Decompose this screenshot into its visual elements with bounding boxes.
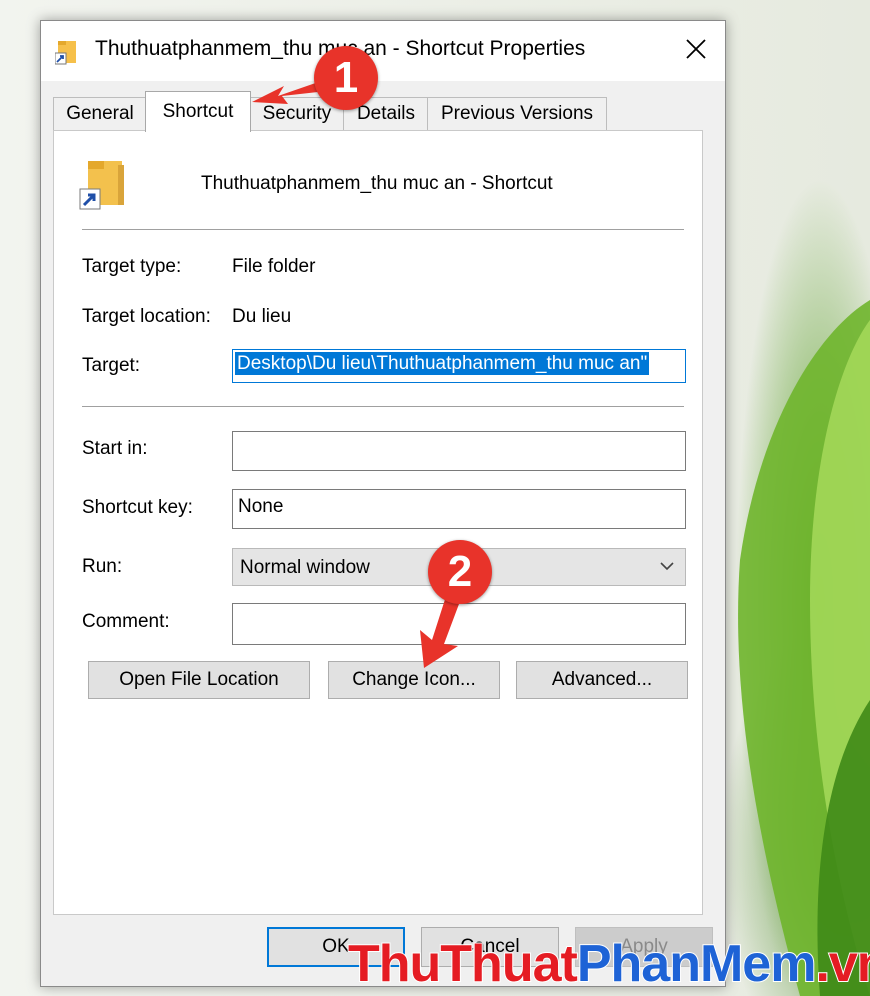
tab-previous-versions[interactable]: Previous Versions: [427, 97, 607, 130]
advanced-button[interactable]: Advanced...: [516, 661, 688, 699]
watermark-part1: ThuThuat: [347, 934, 579, 994]
watermark-part3: .vn: [814, 934, 870, 994]
close-icon: [686, 39, 706, 59]
watermark-part2: PhanMem: [576, 934, 818, 994]
step-badge-2: 2: [428, 540, 492, 604]
target-location-label: Target location:: [82, 306, 211, 327]
target-location-value: Du lieu: [232, 306, 292, 327]
watermark: ThuThuatPhanMem.vn: [347, 934, 870, 994]
shortcut-key-input[interactable]: None: [232, 489, 686, 529]
folder-shortcut-icon: [78, 157, 128, 218]
step-badge-1: 1: [314, 46, 378, 110]
tab-general[interactable]: General: [53, 97, 147, 130]
title-bar: Thuthuatphanmem_thu muc an - Shortcut Pr…: [41, 21, 725, 81]
target-type-label: Target type:: [82, 256, 182, 277]
comment-input[interactable]: [232, 603, 686, 645]
shortcut-tab-panel: Thuthuatphanmem_thu muc an - Shortcut Ta…: [53, 130, 703, 915]
target-label: Target:: [82, 355, 141, 376]
properties-dialog: Thuthuatphanmem_thu muc an - Shortcut Pr…: [40, 20, 726, 987]
shortcut-key-label: Shortcut key:: [82, 497, 193, 518]
close-button[interactable]: [667, 21, 725, 77]
run-select-value: Normal window: [240, 557, 370, 578]
target-type-value: File folder: [232, 256, 316, 277]
shortcut-name: Thuthuatphanmem_thu muc an - Shortcut: [201, 173, 553, 194]
start-in-label: Start in:: [82, 438, 148, 459]
chevron-down-icon: [660, 562, 674, 571]
start-in-input[interactable]: [232, 431, 686, 471]
tab-shortcut[interactable]: Shortcut: [145, 91, 251, 132]
separator: [82, 229, 684, 230]
separator: [82, 406, 684, 407]
target-input[interactable]: Desktop\Du lieu\Thuthuatphanmem_thu muc …: [232, 349, 686, 383]
change-icon-button[interactable]: Change Icon...: [328, 661, 500, 699]
open-file-location-button[interactable]: Open File Location: [88, 661, 310, 699]
comment-label: Comment:: [82, 611, 170, 632]
folder-shortcut-icon: [54, 39, 79, 70]
target-input-text: Desktop\Du lieu\Thuthuatphanmem_thu muc …: [235, 352, 650, 375]
run-label: Run:: [82, 556, 123, 577]
